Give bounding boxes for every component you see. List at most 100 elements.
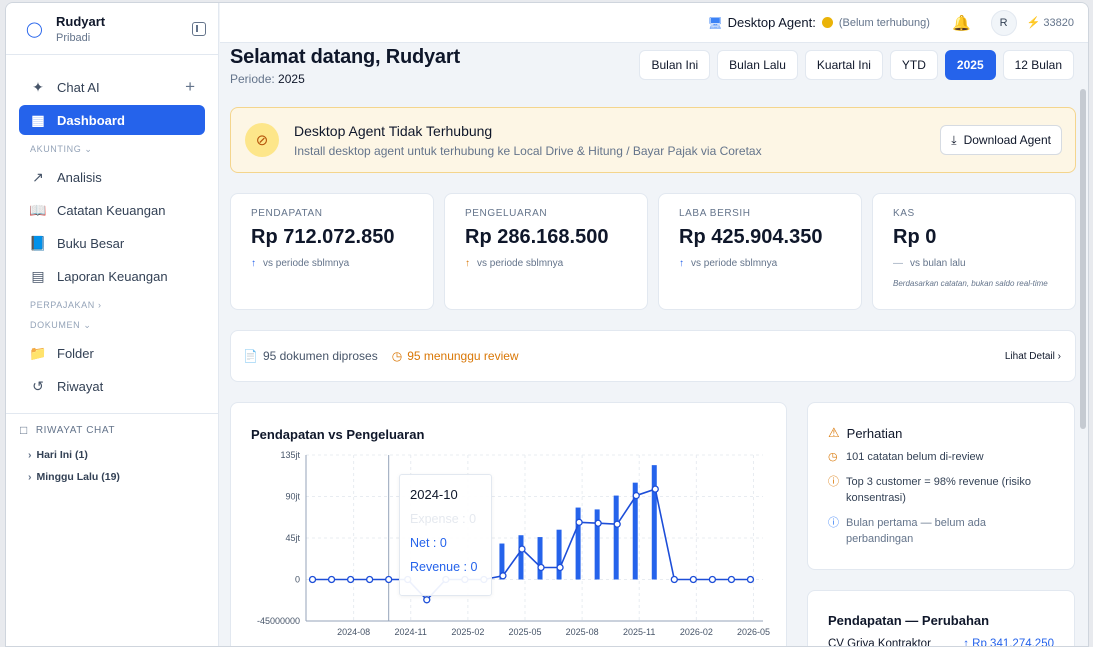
document-summary-bar: 📄 95 dokumen diproses ◷ 95 menunggu review… [230, 330, 1076, 382]
stat-value: Rp 712.072.850 [251, 226, 395, 248]
sidebar-collapse-icon[interactable] [192, 21, 206, 36]
status-dot-icon [821, 17, 833, 28]
chat-group-label: Minggu Lalu (19) [36, 471, 120, 483]
stat-change-text: vs periode sblmnya [263, 258, 350, 269]
view-detail-link[interactable]: Lihat Detail › [1005, 351, 1061, 362]
tooltip-row-revenue: Revenue : 0 [410, 560, 478, 574]
net-point [308, 575, 317, 584]
chat-group-last-week[interactable]: › Minggu Lalu (19) [6, 467, 218, 489]
net-point [365, 575, 374, 584]
stat-card-pendapatan: PENDAPATAN Rp 712.072.850 ↑ vs periode sb… [230, 193, 434, 310]
avatar[interactable]: R [990, 9, 1017, 36]
section-perpajakan[interactable]: PERPAJAKAN › [6, 294, 218, 314]
user-name: Rudyart [56, 13, 106, 29]
agent-label: Desktop Agent: [727, 15, 816, 30]
period-button-kuartal-ini[interactable]: Kuartal Ini [804, 50, 883, 80]
download-agent-label: Download Agent [963, 133, 1051, 147]
attention-item: ◷ 101 catatan belum di-review [828, 449, 1054, 466]
bar-chart-icon: ▤ [31, 267, 45, 284]
download-agent-button[interactable]: ⤓ Download Agent [940, 125, 1062, 155]
chevron-right-icon: › [28, 449, 32, 461]
stat-label: LABA BERSIH [679, 208, 751, 219]
revenue-bar [651, 465, 657, 580]
revenue-bar [518, 535, 524, 580]
y-tick-label: -45000000 [257, 616, 300, 626]
docs-processed-text: 95 dokumen diproses [262, 349, 378, 363]
chat-group-today[interactable]: › Hari Ini (1) [6, 445, 218, 467]
banner-title: Desktop Agent Tidak Terhubung [294, 122, 493, 139]
scrollbar[interactable] [1080, 89, 1086, 429]
x-tick-label: 2025-05 [508, 627, 541, 637]
download-icon: ⤓ [951, 132, 957, 147]
docs-processed: 📄 95 dokumen diproses [243, 349, 378, 363]
net-point [651, 485, 659, 493]
net-point [708, 575, 717, 584]
period-button-bulan-ini[interactable]: Bulan Ini [639, 50, 711, 80]
stat-change: ↑ vs periode sblmnya [679, 258, 841, 269]
stat-change: — vs bulan lalu [893, 258, 1055, 269]
section-akunting[interactable]: AKUNTING ⌄ [6, 138, 218, 159]
sidebar-item-catatan-keuangan[interactable]: 📖 Catatan Keuangan [19, 195, 205, 225]
y-tick-label: 45jt [285, 533, 300, 543]
sidebar-item-analisis[interactable]: ↗ Analisis [19, 162, 205, 192]
tooltip-row-expense: Expense : 0 [410, 512, 477, 526]
attention-item: ⓘ Bulan pertama — belum ada perbandingan [828, 515, 1054, 548]
chat-history-label: RIWAYAT CHAT [35, 424, 116, 436]
chat-history-title: □ RIWAYAT CHAT [6, 414, 218, 445]
sidebar-item-chat-ai[interactable]: ✦ Chat AI + [19, 72, 205, 102]
net-point [727, 575, 736, 584]
net-line [312, 488, 751, 601]
stat-change-text: vs periode sblmnya [477, 258, 564, 269]
period-selector: Bulan Ini Bulan Lalu Kuartal Ini YTD 202… [639, 50, 1074, 80]
y-tick-label: 135jt [280, 450, 300, 460]
agent-status[interactable]: 🖥 Desktop Agent: (Belum terhubung) [707, 15, 930, 30]
period-button-bulan-lalu[interactable]: Bulan Lalu [717, 50, 798, 80]
stat-label: PENGELUARAN [465, 208, 548, 219]
user-icon: ◯ [26, 20, 43, 38]
stat-change: ↑ vs periode sblmnya [465, 258, 627, 269]
folder-icon: 📁 [29, 344, 47, 361]
x-tick-label: 2025-11 [623, 627, 655, 637]
tooltip-row-net: Net : 0 [410, 536, 447, 550]
info-icon: ⓘ [828, 516, 839, 529]
chart-tooltip: 2024-10 Expense : 0 Net : 0 Revenue : 0 [399, 474, 492, 596]
sidebar-item-riwayat[interactable]: ↺ Riwayat [19, 371, 205, 401]
customer-name: CV Griya Kontraktor [828, 638, 931, 646]
user-header[interactable]: ◯ Rudyart Pribadi [6, 3, 218, 55]
docs-pending: ◷ 95 menunggu review [392, 349, 519, 363]
stat-value: Rp 286.168.500 [465, 226, 609, 248]
attention-item-text: 101 catatan belum di-review [846, 451, 984, 463]
net-point [537, 563, 545, 572]
dash-icon: — [893, 258, 903, 269]
wifi-off-icon: ⊘ [245, 123, 279, 157]
revenue-expense-chart-card: Pendapatan vs Pengeluaran 135jt 90jt 45jt 0… [230, 402, 787, 646]
agent-status-text: (Belum terhubung) [838, 16, 930, 29]
section-label: DOKUMEN [30, 320, 81, 330]
plus-icon[interactable]: + [185, 77, 195, 97]
docs-pending-text: 95 menunggu review [407, 349, 519, 363]
banner-subtitle: Install desktop agent untuk terhubung ke… [294, 143, 762, 158]
net-point [632, 491, 640, 500]
revenue-expense-chart[interactable]: 135jt 90jt 45jt 0 -45000000 2024-08 2024-11 202… [231, 403, 788, 646]
revenue-change-card: Pendapatan — Perubahan CV Griya Kontrakt… [807, 590, 1075, 646]
net-point [499, 572, 507, 580]
sidebar-item-buku-besar[interactable]: 📘 Buku Besar [19, 228, 205, 258]
page-title: Selamat datang, Rudyart [230, 46, 460, 68]
net-point [689, 575, 698, 584]
attention-title: ⚠ Perhatian [828, 425, 1054, 441]
chevron-down-icon: ⌄ [84, 144, 93, 154]
sidebar-item-folder[interactable]: 📁 Folder [19, 338, 205, 368]
sidebar-item-dashboard[interactable]: ▦ Dashboard [19, 105, 205, 135]
bell-icon[interactable]: 🔔 [952, 14, 971, 32]
stat-card-laba-bersih: LABA BERSIH Rp 425.904.350 ↑ vs periode s… [658, 193, 862, 310]
period-button-2025[interactable]: 2025 [944, 50, 996, 80]
period-button-ytd[interactable]: YTD [889, 50, 938, 80]
sidebar-item-laporan-keuangan[interactable]: ▤ Laporan Keuangan [19, 261, 205, 291]
period-info: Periode: 2025 [230, 72, 460, 86]
arrow-up-icon: ↑ [465, 258, 470, 269]
period-button-12-bulan[interactable]: 12 Bulan [1002, 50, 1074, 80]
section-dokumen[interactable]: DOKUMEN ⌄ [6, 314, 218, 335]
chevron-right-icon: › [28, 471, 32, 483]
attention-item-text: Top 3 customer = 98% revenue (risiko kon… [846, 475, 1031, 505]
sidebar-item-label: Catatan Keuangan [57, 202, 166, 218]
